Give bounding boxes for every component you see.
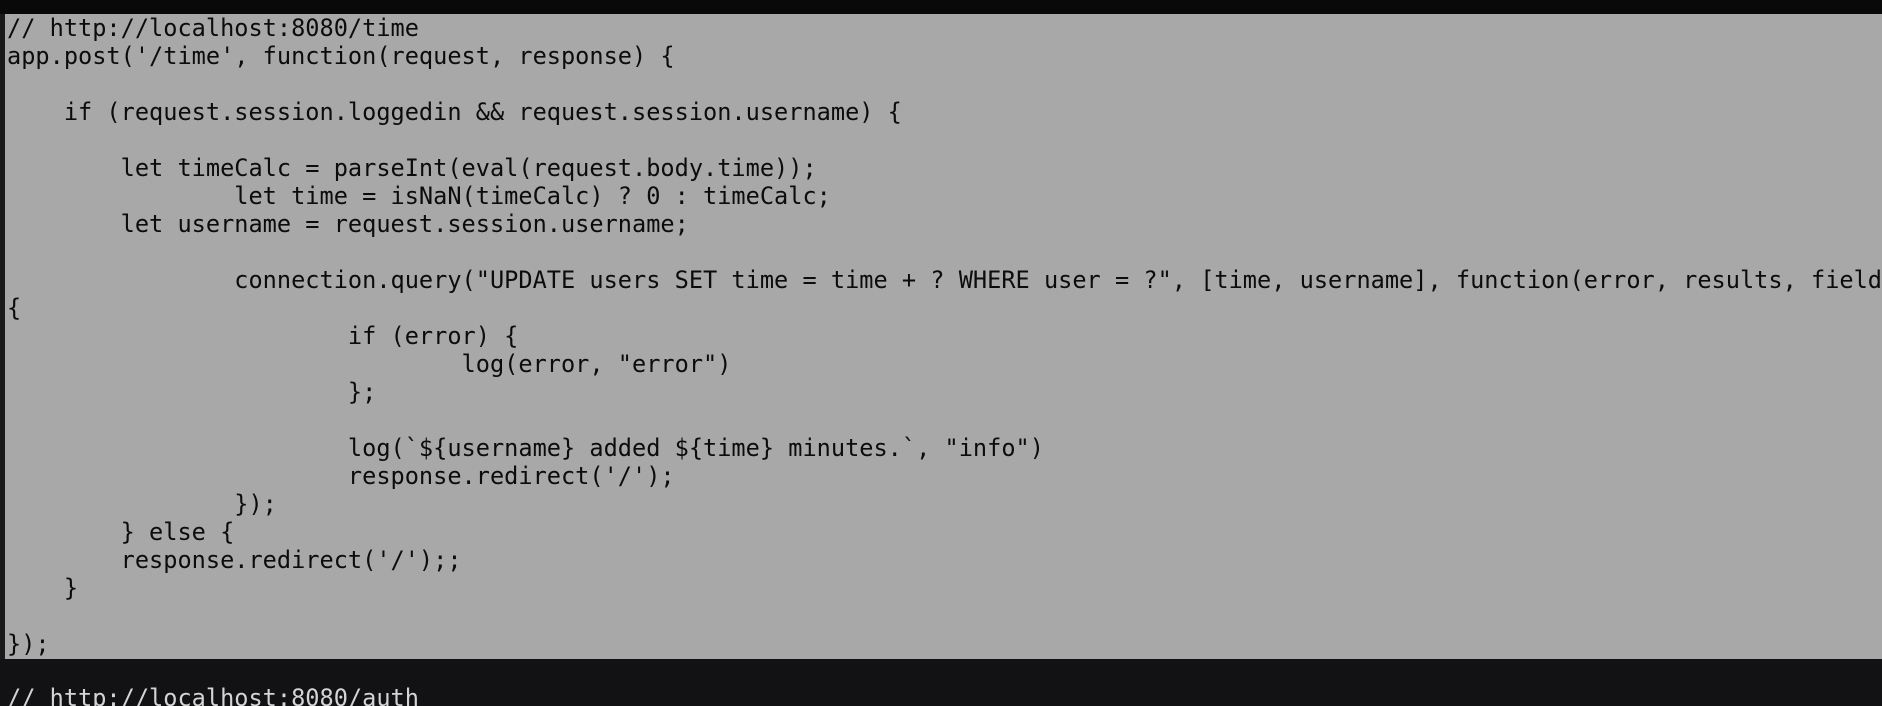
code-line: } <box>7 574 79 602</box>
code-line: response.redirect('/'); <box>7 462 675 490</box>
code-line: } else { <box>7 518 235 546</box>
code-line: // http://localhost:8080/time <box>7 14 419 42</box>
top-edge-bar <box>0 0 1882 14</box>
code-line: if (request.session.loggedin && request.… <box>7 98 902 126</box>
selection-left-edge <box>0 14 5 659</box>
code-line: let username = request.session.username; <box>7 210 689 238</box>
selected-code-block[interactable]: // http://localhost:8080/time app.post('… <box>7 14 1882 658</box>
code-line: log(`${username} added ${time} minutes.`… <box>7 434 1044 462</box>
code-line: }; <box>7 378 377 406</box>
code-line: }); <box>7 490 277 518</box>
code-line: connection.query("UPDATE users SET time … <box>7 266 1882 294</box>
code-line: let time = isNaN(timeCalc) ? 0 : timeCal… <box>7 182 831 210</box>
code-line: // http://localhost:8080/auth <box>7 684 419 706</box>
code-line: { <box>7 294 22 322</box>
code-line: response.redirect('/');; <box>7 546 462 574</box>
code-line: }); <box>7 630 50 658</box>
code-line: log(error, "error") <box>7 350 732 378</box>
code-line: let timeCalc = parseInt(eval(request.bod… <box>7 154 817 182</box>
code-line: app.post('/time', function(request, resp… <box>7 42 675 70</box>
code-line: if (error) { <box>7 322 519 350</box>
terminal-window: // http://localhost:8080/time app.post('… <box>0 0 1882 706</box>
unselected-code-block[interactable]: // http://localhost:8080/auth <box>7 684 419 706</box>
